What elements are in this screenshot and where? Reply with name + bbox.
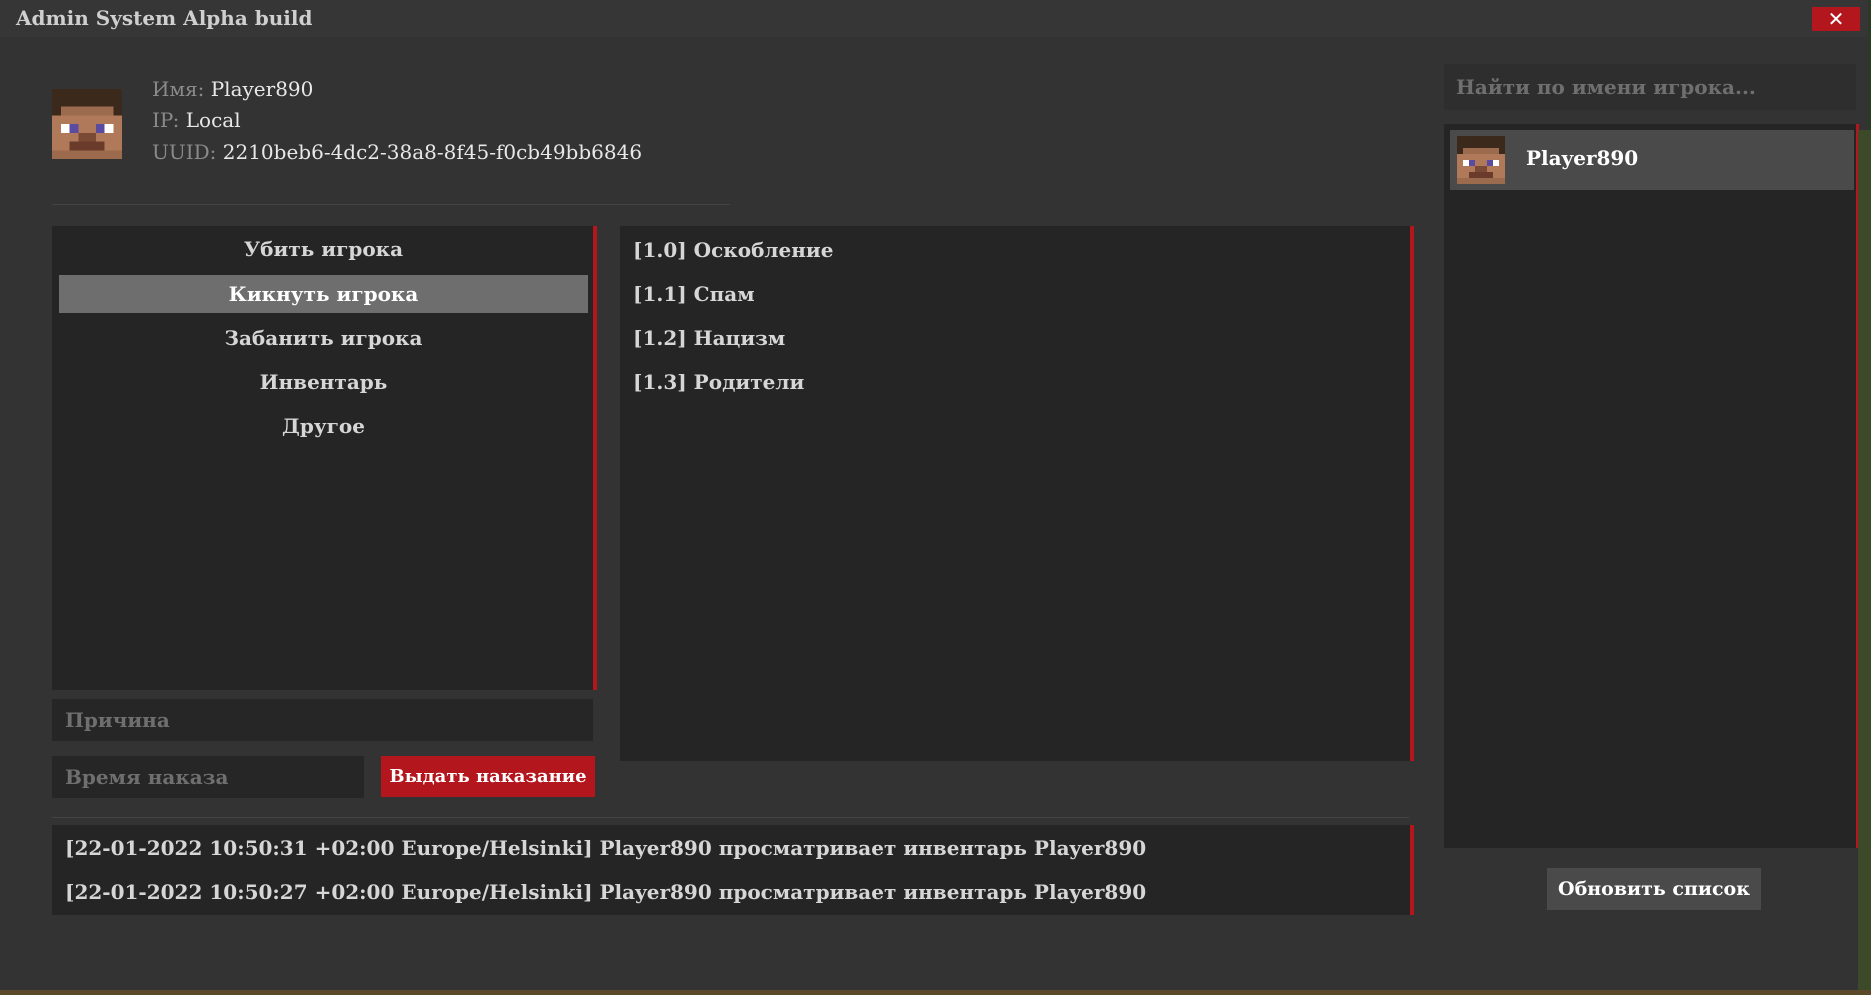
player-search-input[interactable]: Найти по имени игрока... bbox=[1444, 64, 1856, 110]
issue-punishment-button[interactable]: Выдать наказание bbox=[381, 756, 595, 797]
uuid-value: 2210beb6-4dc2-38a8-8f45-f0cb49bb6846 bbox=[222, 140, 643, 164]
refresh-list-button[interactable]: Обновить список bbox=[1547, 868, 1761, 910]
name-label: Имя: bbox=[152, 77, 205, 101]
log-entry: [22-01-2022 10:50:31 +02:00 Europe/Helsi… bbox=[65, 836, 1147, 860]
close-button[interactable]: ✕ bbox=[1812, 7, 1860, 31]
action-kill-player[interactable]: Убить игрока bbox=[59, 230, 588, 268]
player-list: Player890 bbox=[1444, 124, 1859, 848]
action-inventory[interactable]: Инвентарь bbox=[59, 363, 588, 401]
reason-input[interactable]: Причина bbox=[52, 699, 593, 741]
action-kick-player[interactable]: Кикнуть игрока bbox=[59, 275, 588, 313]
player-uuid-row: UUID: 2210beb6-4dc2-38a8-8f45-f0cb49bb68… bbox=[152, 140, 642, 164]
name-value: Player890 bbox=[210, 77, 314, 101]
title-bar: Admin System Alpha build ✕ bbox=[0, 0, 1868, 37]
reason-item[interactable]: [1.2] Нацизм bbox=[633, 326, 785, 350]
divider bbox=[52, 204, 730, 205]
ip-value: Local bbox=[185, 108, 241, 132]
log-entry: [22-01-2022 10:50:27 +02:00 Europe/Helsi… bbox=[65, 880, 1147, 904]
punishment-time-input[interactable]: Время наказа bbox=[52, 756, 364, 798]
background-scenery bbox=[1858, 130, 1871, 995]
player-head-icon bbox=[1457, 136, 1505, 184]
reason-list: [1.0] Оскобление [1.1] Спам [1.2] Нацизм… bbox=[620, 226, 1414, 761]
reason-item[interactable]: [1.0] Оскобление bbox=[633, 238, 833, 262]
action-log: [22-01-2022 10:50:31 +02:00 Europe/Helsi… bbox=[52, 825, 1414, 915]
reason-item[interactable]: [1.1] Спам bbox=[633, 282, 755, 306]
uuid-label: UUID: bbox=[152, 140, 217, 164]
ip-label: IP: bbox=[152, 108, 180, 132]
admin-window: Admin System Alpha build ✕ Имя: Player89… bbox=[0, 0, 1868, 990]
player-head-icon bbox=[52, 89, 122, 159]
player-list-item[interactable]: Player890 bbox=[1450, 130, 1854, 190]
divider bbox=[52, 817, 1409, 818]
player-list-name: Player890 bbox=[1526, 146, 1639, 170]
action-other[interactable]: Другое bbox=[59, 407, 588, 445]
close-icon: ✕ bbox=[1827, 7, 1845, 31]
reason-item[interactable]: [1.3] Родители bbox=[633, 370, 804, 394]
action-ban-player[interactable]: Забанить игрока bbox=[59, 319, 588, 357]
player-ip-row: IP: Local bbox=[152, 108, 241, 132]
window-title: Admin System Alpha build bbox=[16, 6, 313, 30]
action-list: Убить игрока Кикнуть игрока Забанить игр… bbox=[52, 226, 597, 690]
background-scenery bbox=[0, 990, 1871, 995]
player-name-row: Имя: Player890 bbox=[152, 77, 313, 101]
